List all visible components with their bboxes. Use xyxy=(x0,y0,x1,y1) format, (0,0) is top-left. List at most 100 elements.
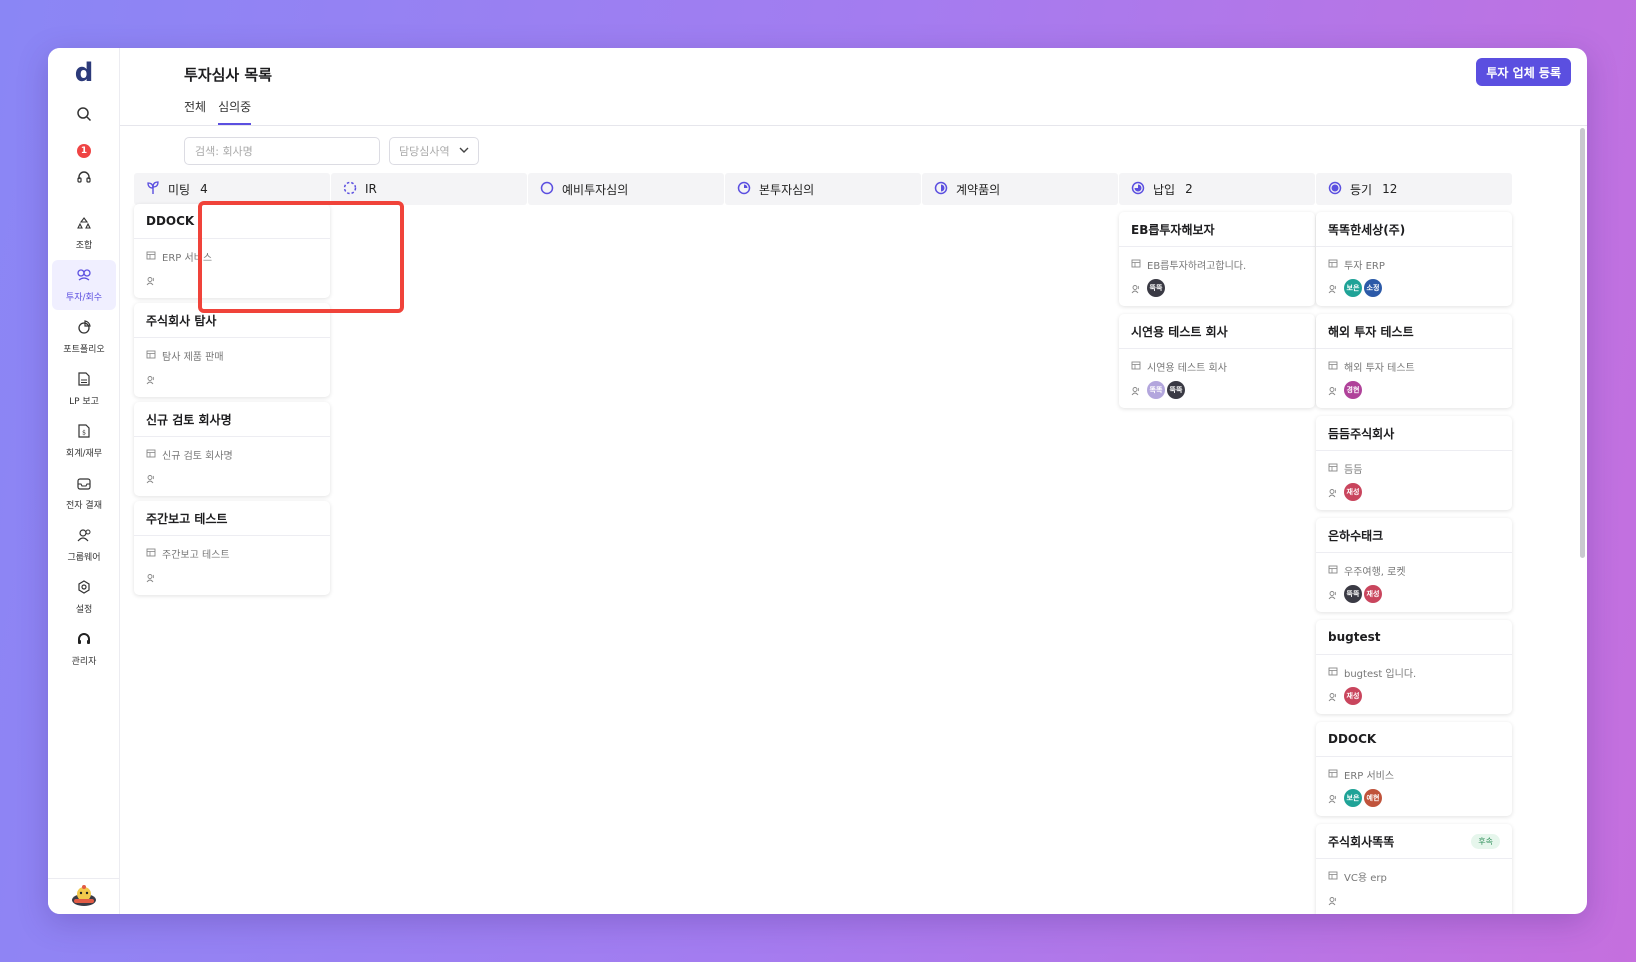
avatar[interactable]: 뚝뚝 xyxy=(1147,279,1165,297)
company-name: 주식회사똑똑 xyxy=(1328,834,1395,849)
deal-card[interactable]: DDOCK ERP 서비스보은 예현 xyxy=(1316,722,1512,816)
filled-circle-icon xyxy=(1328,181,1342,198)
deal-card-header: 주식회사 탐사 xyxy=(134,303,330,338)
company-description: bugtest 입니다. xyxy=(1344,669,1417,680)
column-title: 미팅 xyxy=(168,182,191,197)
company-name: DDOCK xyxy=(146,214,195,228)
deal-card-header: 시연용 테스트 회사 xyxy=(1119,314,1315,349)
deal-card-header: DDOCK xyxy=(134,204,330,239)
deal-card[interactable]: 신규 검토 회사명 신규 검토 회사명 xyxy=(134,402,330,496)
avatar[interactable]: 재성 xyxy=(1344,483,1362,501)
sprout-icon xyxy=(146,180,160,198)
deal-card[interactable]: 해외 투자 테스트 해외 투자 테스트 경현 xyxy=(1316,314,1512,408)
avatar[interactable]: 보은 xyxy=(1344,279,1362,297)
avatar[interactable]: 똑똑 xyxy=(1147,381,1165,399)
sidebar-item-2[interactable]: 포트폴리오 xyxy=(52,312,116,362)
assignee-row: 뚝뚝 xyxy=(1119,279,1315,297)
deal-card[interactable]: 똑똑한세상(주) 투자 ERP 보은 소정 xyxy=(1316,212,1512,306)
column-header: 등기 12 xyxy=(1316,173,1512,205)
company-name: DDOCK xyxy=(1328,732,1377,746)
person-icon xyxy=(1131,381,1141,400)
headset-icon[interactable] xyxy=(48,169,120,185)
search-input[interactable] xyxy=(184,137,380,165)
assignee-avatars: 재성 xyxy=(1344,483,1362,501)
sidebar-item-5[interactable]: 전자 결재 xyxy=(52,468,116,518)
assignee-row: 경현 xyxy=(1316,381,1512,399)
deal-card-header: 주식회사똑똑 후속 xyxy=(1316,824,1512,859)
person-icon xyxy=(1328,381,1338,400)
column-header: IR xyxy=(331,173,527,205)
person-icon xyxy=(1328,279,1338,298)
avatar[interactable]: 뚝뚝 xyxy=(1167,381,1185,399)
deal-card[interactable]: bugtest bugtest 입니다. 재성 xyxy=(1316,620,1512,714)
company-name: 주간보고 테스트 xyxy=(146,511,228,526)
deal-card-header: bugtest xyxy=(1316,620,1512,655)
sidebar-item-1[interactable]: 투자/회수 xyxy=(52,260,116,310)
sidebar-item-4[interactable]: $ 회계/재무 xyxy=(52,416,116,466)
sidebar-item-7[interactable]: 설정 xyxy=(52,572,116,622)
person-icon xyxy=(1328,891,1338,910)
deal-card-header: DDOCK xyxy=(1316,722,1512,757)
company-description-row: ERP 서비스 xyxy=(1316,767,1512,782)
company-description-row: VC용 erp xyxy=(1316,869,1512,884)
app-logo[interactable]: d xyxy=(48,58,120,88)
half-circle-icon xyxy=(934,181,948,198)
svg-text:$: $ xyxy=(82,430,86,437)
deal-card[interactable]: DDOCK ERP 서비스 xyxy=(134,204,330,298)
deal-card[interactable]: EB릅투자해보자 EB릅투자하려고합니다. 뚝뚝 xyxy=(1119,212,1315,306)
three-quarter-circle-icon xyxy=(1131,181,1145,198)
notification-badge[interactable]: 1 xyxy=(77,144,91,158)
column-count: 2 xyxy=(1185,182,1193,196)
users-icon xyxy=(77,527,91,546)
link-icon xyxy=(76,267,92,286)
sidebar-item-6[interactable]: 그룹웨어 xyxy=(52,520,116,570)
company-description-row: EB릅투자하려고합니다. xyxy=(1119,257,1315,272)
deal-card[interactable]: 주식회사똑똑 후속 VC용 erp xyxy=(1316,824,1512,914)
deal-card[interactable]: 주식회사 탐사탐사 제품 판매 xyxy=(134,303,330,397)
avatar[interactable]: 보은 xyxy=(1344,789,1362,807)
company-description: ERP 서비스 xyxy=(162,253,213,264)
person-icon xyxy=(1328,483,1338,502)
company-description: 신규 검토 회사명 xyxy=(162,451,233,462)
sidebar-item-0[interactable]: 조합 xyxy=(52,208,116,258)
company-name: 해외 투자 테스트 xyxy=(1328,324,1414,339)
search-icon[interactable] xyxy=(48,106,120,122)
assignee-avatars: 보은 소정 xyxy=(1344,279,1382,297)
tab-all[interactable]: 전체 xyxy=(184,98,206,125)
deal-card[interactable]: 은하수태크우주여행, 로켓뚝뚝 재성 xyxy=(1316,518,1512,612)
column-title: 납입 xyxy=(1153,182,1176,197)
deal-card[interactable]: 주간보고 테스트 주간보고 테스트 xyxy=(134,501,330,595)
deal-card-header: 똑똑한세상(주) xyxy=(1316,212,1512,247)
company-description: 듬듬 xyxy=(1344,465,1363,476)
deal-card-header: 은하수태크 xyxy=(1316,518,1512,553)
avatar[interactable]: 재성 xyxy=(1364,585,1382,603)
sidebar-item-label: 그룹웨어 xyxy=(67,553,101,563)
tab-under-review[interactable]: 심의중 xyxy=(218,98,252,125)
company-description: 우주여행, 로켓 xyxy=(1344,567,1406,578)
column-title: 본투자심의 xyxy=(759,182,815,197)
main-content: 투자심사 목록 전체 심의중 투자 업체 등록 담당심사역 미팅 4 DDOCK ER… xyxy=(120,48,1587,914)
register-company-button[interactable]: 투자 업체 등록 xyxy=(1476,58,1571,86)
finance-doc-icon: $ xyxy=(78,423,90,442)
reviewer-select[interactable]: 담당심사역 xyxy=(389,137,479,165)
avatar[interactable]: 뚝뚝 xyxy=(1344,585,1362,603)
building-icon xyxy=(146,547,156,560)
tab-bar: 전체 심의중 xyxy=(184,98,252,125)
avatar[interactable]: 경현 xyxy=(1344,381,1362,399)
company-description: 탐사 제품 판매 xyxy=(162,352,224,363)
deal-card[interactable]: 시연용 테스트 회사 시연용 테스트 회사 똑똑 뚝뚝 xyxy=(1119,314,1315,408)
avatar[interactable]: 예현 xyxy=(1364,789,1382,807)
document-icon xyxy=(78,371,90,390)
company-description-row: 시연용 테스트 회사 xyxy=(1119,359,1315,374)
avatar[interactable]: 재성 xyxy=(1344,687,1362,705)
deal-card[interactable]: 듬듬주식회사듬듬재성 xyxy=(1316,416,1512,510)
status-badge: 후속 xyxy=(1471,833,1500,849)
scrollbar[interactable] xyxy=(1580,128,1585,558)
building-icon xyxy=(1131,258,1141,271)
deal-card-header: 듬듬주식회사 xyxy=(1316,416,1512,451)
person-icon xyxy=(1328,789,1338,808)
sidebar-item-8[interactable]: 관리자 xyxy=(52,624,116,674)
sidebar-item-3[interactable]: LP 보고 xyxy=(52,364,116,414)
user-avatar[interactable] xyxy=(70,884,98,910)
avatar[interactable]: 소정 xyxy=(1364,279,1382,297)
